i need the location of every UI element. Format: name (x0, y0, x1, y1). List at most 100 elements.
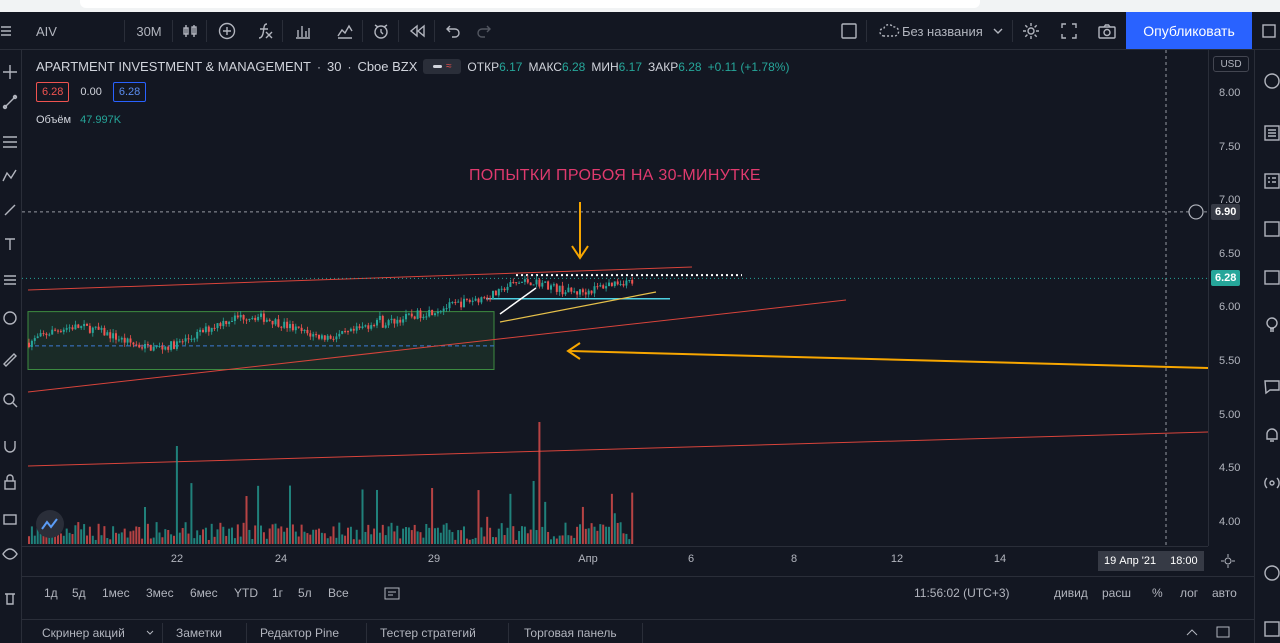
tradingview-logo-icon[interactable] (36, 510, 64, 538)
candle-body (77, 324, 80, 328)
log-toggle[interactable]: лог (1180, 586, 1198, 600)
candle-body (616, 281, 619, 285)
legend-visibility-toggle[interactable]: ≈ (423, 59, 462, 74)
layout-name[interactable]: Без названия (902, 12, 992, 50)
dividends-toggle[interactable]: дивид (1054, 586, 1088, 600)
emoji-icon[interactable] (2, 310, 18, 326)
ideas-icon[interactable] (1263, 316, 1280, 334)
interval-button[interactable]: 30М (128, 12, 170, 50)
range-button[interactable]: Все (328, 586, 349, 600)
volume-bar (532, 480, 535, 544)
range-button[interactable]: 5л (298, 586, 312, 600)
alerts-panel-icon[interactable] (1263, 124, 1280, 142)
candle-body (251, 317, 254, 319)
time-axis-settings-icon[interactable] (1220, 553, 1236, 574)
maximize-panel-icon[interactable] (1216, 626, 1230, 638)
chevron-down-icon[interactable] (146, 630, 154, 635)
volume-legend: Объём 47.997K (36, 114, 121, 126)
candle-body (202, 329, 204, 333)
broadcast-icon[interactable] (1263, 474, 1280, 492)
watchlist-icon[interactable] (1263, 72, 1280, 90)
candle-body (521, 281, 523, 283)
auto-toggle[interactable]: авто (1212, 586, 1237, 600)
calendar-icon[interactable] (1263, 268, 1280, 286)
prediction-icon[interactable] (2, 272, 18, 288)
tab-pine-editor[interactable]: Редактор Pine (260, 626, 339, 640)
menu-icon[interactable] (0, 12, 12, 50)
percent-toggle[interactable]: % (1152, 586, 1163, 600)
range-button[interactable]: 1г (272, 586, 283, 600)
fullscreen-icon[interactable] (1054, 12, 1084, 50)
panel-toggle-icon[interactable] (1258, 12, 1280, 50)
candle-body (347, 331, 349, 333)
time-axis[interactable]: 22 24 29 Апр 6 8 12 14 19 Апр '21 18:00 (22, 546, 1235, 574)
financials-icon[interactable] (288, 12, 318, 50)
ruler-icon[interactable] (2, 352, 18, 368)
publish-button[interactable]: Опубликовать (1126, 12, 1252, 49)
trash-icon[interactable] (2, 590, 18, 606)
range-button[interactable]: 1д (44, 586, 58, 600)
compare-icon[interactable] (212, 12, 242, 50)
range-button[interactable]: 1мес (102, 586, 130, 600)
fullscreen-layout-icon[interactable] (836, 12, 862, 50)
pattern-icon[interactable] (2, 168, 18, 184)
settings-gear-icon[interactable] (1016, 12, 1046, 50)
templates-icon[interactable] (330, 12, 360, 50)
eye-icon[interactable] (2, 546, 18, 562)
notifications-icon[interactable] (1263, 426, 1280, 444)
chart-annotation-text[interactable]: ПОПЫТКИ ПРОБОЯ НА 30-МИНУТКЕ (469, 167, 761, 185)
brush-icon[interactable] (2, 202, 18, 218)
text-icon[interactable] (2, 236, 18, 252)
chart-svg[interactable] (22, 50, 1209, 546)
currency-badge[interactable]: USD (1213, 56, 1249, 72)
crosshair-icon[interactable] (2, 64, 18, 80)
price-axis[interactable]: USD 8.00 7.50 7.00 6.50 6.00 5.50 5.00 4.50 4.00… (1208, 50, 1254, 546)
help-icon[interactable] (1263, 564, 1280, 582)
sell-button[interactable]: 6.28 (36, 82, 70, 102)
tab-strategy-tester[interactable]: Тестер стратегий (380, 626, 476, 640)
volume-bar (552, 536, 555, 544)
legend-title[interactable]: APARTMENT INVESTMENT & MANAGEMENT (36, 59, 311, 74)
trendline-icon[interactable] (2, 94, 18, 110)
chevron-down-icon[interactable] (990, 12, 1006, 50)
volume-bar (83, 524, 86, 544)
camera-icon[interactable] (1092, 12, 1122, 50)
candle-body (170, 341, 173, 350)
alert-icon[interactable] (366, 12, 396, 50)
candle-body (277, 319, 280, 327)
collapse-panel-icon[interactable] (1186, 628, 1198, 636)
data-window-icon[interactable] (1263, 172, 1280, 190)
bag-icon[interactable] (2, 510, 18, 526)
range-button[interactable]: 5д (72, 586, 86, 600)
extended-hours-toggle[interactable]: расш (1102, 586, 1131, 600)
goto-date-icon[interactable] (384, 586, 400, 603)
candle-body (445, 308, 448, 310)
tab-stock-screener[interactable]: Скринер акций (42, 626, 125, 640)
chart-pane[interactable] (22, 50, 1209, 546)
symbol-search[interactable]: AIV (26, 12, 116, 50)
range-button[interactable]: 3мес (146, 586, 174, 600)
address-bar[interactable] (80, 0, 980, 8)
replay-icon[interactable] (402, 12, 432, 50)
lock-icon[interactable] (2, 474, 18, 490)
layout-icon[interactable] (1263, 620, 1280, 638)
hotlist-icon[interactable] (1263, 220, 1280, 238)
candle-body (442, 308, 445, 312)
chat-icon[interactable] (1263, 378, 1280, 396)
fib-icon[interactable] (2, 134, 18, 150)
volume-bar (80, 529, 83, 544)
tab-notes[interactable]: Заметки (176, 626, 222, 640)
tab-trading-panel[interactable]: Торговая панель (524, 626, 617, 640)
buy-button[interactable]: 6.28 (112, 82, 147, 102)
redo-icon[interactable] (470, 12, 498, 50)
candle-body (216, 323, 219, 329)
candle-body (335, 336, 338, 340)
magnet-icon[interactable] (2, 438, 18, 454)
range-button[interactable]: 6мес (190, 586, 218, 600)
range-button[interactable]: YTD (234, 586, 258, 600)
undo-icon[interactable] (438, 12, 468, 50)
candles-icon[interactable] (176, 12, 204, 50)
indicators-icon[interactable] (250, 12, 280, 50)
clock[interactable]: 11:56:02 (UTC+3) (914, 586, 1010, 600)
zoom-icon[interactable] (2, 392, 18, 408)
